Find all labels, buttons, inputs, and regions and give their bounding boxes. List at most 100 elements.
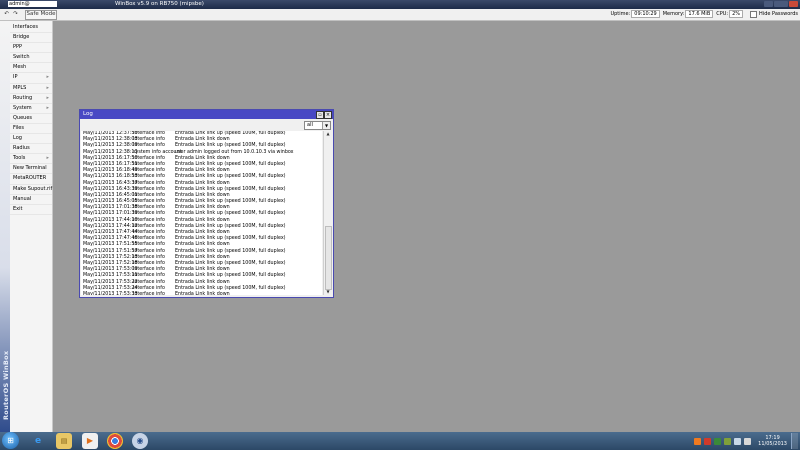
log-message: Entrada Link link down xyxy=(175,291,230,295)
cpu-value: 2% xyxy=(729,10,744,18)
tray-app-icon[interactable] xyxy=(694,437,702,445)
sidebar-item-mesh[interactable]: Mesh xyxy=(10,63,52,74)
log-close-button[interactable]: × xyxy=(324,111,332,119)
sidebar-item-label: MPLS xyxy=(13,84,27,91)
redo-icon[interactable]: ↷ xyxy=(12,10,19,18)
log-topics: interface info xyxy=(133,291,165,295)
sidebar-item-label: Files xyxy=(13,124,24,131)
memory-value: 17.6 MiB xyxy=(685,10,714,18)
sidebar-item-switch[interactable]: Switch xyxy=(10,53,52,64)
chevron-right-icon: ▸ xyxy=(46,104,49,111)
sidebar-item-tools[interactable]: Tools ▸ xyxy=(10,154,52,165)
user-field: admin@ xyxy=(8,1,57,7)
sidebar-item-label: Radius xyxy=(13,145,30,152)
log-filter-value: all xyxy=(307,122,313,128)
minimize-button[interactable] xyxy=(764,1,773,7)
winbox-taskbar-icon[interactable]: ◉ xyxy=(132,433,148,449)
sidebar-item-label: Bridge xyxy=(13,34,30,41)
sidebar: RouterOS WinBox Interfaces Bridge PPP Switc… xyxy=(0,21,53,432)
log-minimize-button[interactable]: ▫ xyxy=(316,111,324,119)
window-title-bar: admin@ WinBox v5.9 on RB750 (mipsbe) xyxy=(0,0,800,9)
close-button[interactable] xyxy=(789,1,798,7)
status-area: Uptime: 09:10:29 Memory: 17.6 MiB CPU: 2… xyxy=(610,10,798,18)
chevron-down-icon[interactable]: ▼ xyxy=(322,122,330,129)
sidebar-item-label: MetaROUTER xyxy=(13,175,47,182)
tray-nvidia-icon[interactable] xyxy=(724,437,732,445)
toolbar: ↶ ↷ Safe Mode Uptime: 09:10:29 Memory: 1… xyxy=(0,9,800,21)
undo-icon[interactable]: ↶ xyxy=(3,10,10,18)
sidebar-item-log[interactable]: Log xyxy=(10,134,52,145)
taskbar-clock[interactable]: 17:19 11/05/2013 xyxy=(758,435,787,447)
brand-strip: RouterOS WinBox xyxy=(0,21,10,432)
sidebar-item-label: PPP xyxy=(13,44,23,51)
file-explorer-icon[interactable]: ▤ xyxy=(56,433,72,449)
log-window-title: Log xyxy=(83,111,93,117)
sidebar-item-label: Manual xyxy=(13,195,32,202)
taskbar: ⊞ e ▤ ▶ ◉ 17:19 11/05/2013 xyxy=(0,432,800,450)
sidebar-item-label: Switch xyxy=(13,54,30,61)
sidebar-item-new-terminal[interactable]: New Terminal xyxy=(10,164,52,175)
scroll-down-icon[interactable]: ▼ xyxy=(325,289,331,295)
sidebar-menu: Interfaces Bridge PPP Switch Mesh IP ▸ MPLS ▸ Rou… xyxy=(10,23,52,215)
windows-start-icon[interactable]: ⊞ xyxy=(2,432,19,449)
sidebar-item-label: System xyxy=(13,104,32,111)
sidebar-item-metarouter[interactable]: MetaROUTER xyxy=(10,174,52,185)
clock-date: 11/05/2013 xyxy=(758,441,787,447)
sidebar-item-label: Make Supout.rif xyxy=(13,185,53,192)
sidebar-item-label: Interfaces xyxy=(13,24,38,30)
internet-explorer-icon[interactable]: e xyxy=(30,433,46,449)
hide-passwords-label: Hide Passwords xyxy=(759,11,798,17)
sidebar-item-exit[interactable]: Exit xyxy=(10,205,52,215)
sidebar-item-queues[interactable]: Queues xyxy=(10,114,52,124)
uptime-label: Uptime: xyxy=(610,11,631,17)
cpu-label: CPU: xyxy=(716,11,729,17)
scroll-thumb[interactable] xyxy=(325,226,332,290)
sidebar-item-label: Routing xyxy=(13,94,33,101)
network-icon[interactable] xyxy=(734,437,742,445)
log-filter-select[interactable]: all ▼ xyxy=(304,121,331,130)
uptime-value: 09:10:29 xyxy=(631,10,660,18)
sidebar-item-mpls[interactable]: MPLS ▸ xyxy=(10,84,52,94)
sidebar-item-label: New Terminal xyxy=(13,165,47,172)
sidebar-item-radius[interactable]: Radius xyxy=(10,144,52,155)
sidebar-item-manual[interactable]: Manual xyxy=(10,195,52,205)
sidebar-item-files[interactable]: Files xyxy=(10,124,52,135)
chrome-icon[interactable] xyxy=(107,433,123,449)
maximize-button[interactable] xyxy=(774,1,788,7)
sidebar-item-label: Log xyxy=(13,135,22,142)
log-time: May/11/2013 17:53:33 xyxy=(83,291,138,295)
sidebar-item-system[interactable]: System ▸ xyxy=(10,104,52,114)
sidebar-item-label: Exit xyxy=(13,205,23,212)
sidebar-item-label: Tools xyxy=(13,155,26,162)
window-title: WinBox v5.9 on RB750 (mipsbe) xyxy=(115,1,204,7)
log-row[interactable]: May/11/2013 17:53:33 interface info Entrad… xyxy=(81,292,322,295)
show-desktop-button[interactable] xyxy=(791,433,798,449)
hide-passwords-checkbox[interactable] xyxy=(750,10,758,18)
sidebar-item-label: Queues xyxy=(13,114,33,121)
log-list[interactable]: May/11/2013 12:37:50 interface info Entrad… xyxy=(81,131,322,295)
window-controls xyxy=(764,1,798,7)
tray-update-icon[interactable] xyxy=(714,437,722,445)
system-tray: 17:19 11/05/2013 xyxy=(694,433,798,449)
sidebar-item-label: Mesh xyxy=(13,64,27,71)
chevron-right-icon: ▸ xyxy=(46,74,49,81)
sidebar-item-make-supout-rif[interactable]: Make Supout.rif xyxy=(10,185,52,195)
media-player-icon[interactable]: ▶ xyxy=(82,433,98,449)
log-scrollbar[interactable]: ▲ ▼ xyxy=(323,131,332,295)
chevron-right-icon: ▸ xyxy=(46,155,49,162)
tray-security-icon[interactable] xyxy=(704,437,712,445)
scroll-up-icon[interactable]: ▲ xyxy=(325,131,331,137)
safe-mode-button[interactable]: Safe Mode xyxy=(25,10,57,20)
log-window-title-bar[interactable]: Log ▫ × xyxy=(80,110,333,119)
sidebar-item-ip[interactable]: IP ▸ xyxy=(10,73,52,84)
sidebar-item-interfaces[interactable]: Interfaces xyxy=(10,23,52,34)
sidebar-item-routing[interactable]: Routing ▸ xyxy=(10,94,52,104)
brand-label: RouterOS WinBox xyxy=(2,350,10,420)
memory-label: Memory: xyxy=(662,11,685,17)
sidebar-item-bridge[interactable]: Bridge xyxy=(10,33,52,44)
sidebar-item-label: IP xyxy=(13,74,18,81)
log-window: Log ▫ × all ▼ May/11/2013 12:37:50 interf… xyxy=(79,109,334,298)
sidebar-item-ppp[interactable]: PPP xyxy=(10,43,52,54)
chevron-right-icon: ▸ xyxy=(46,84,49,91)
volume-icon[interactable] xyxy=(744,437,752,445)
